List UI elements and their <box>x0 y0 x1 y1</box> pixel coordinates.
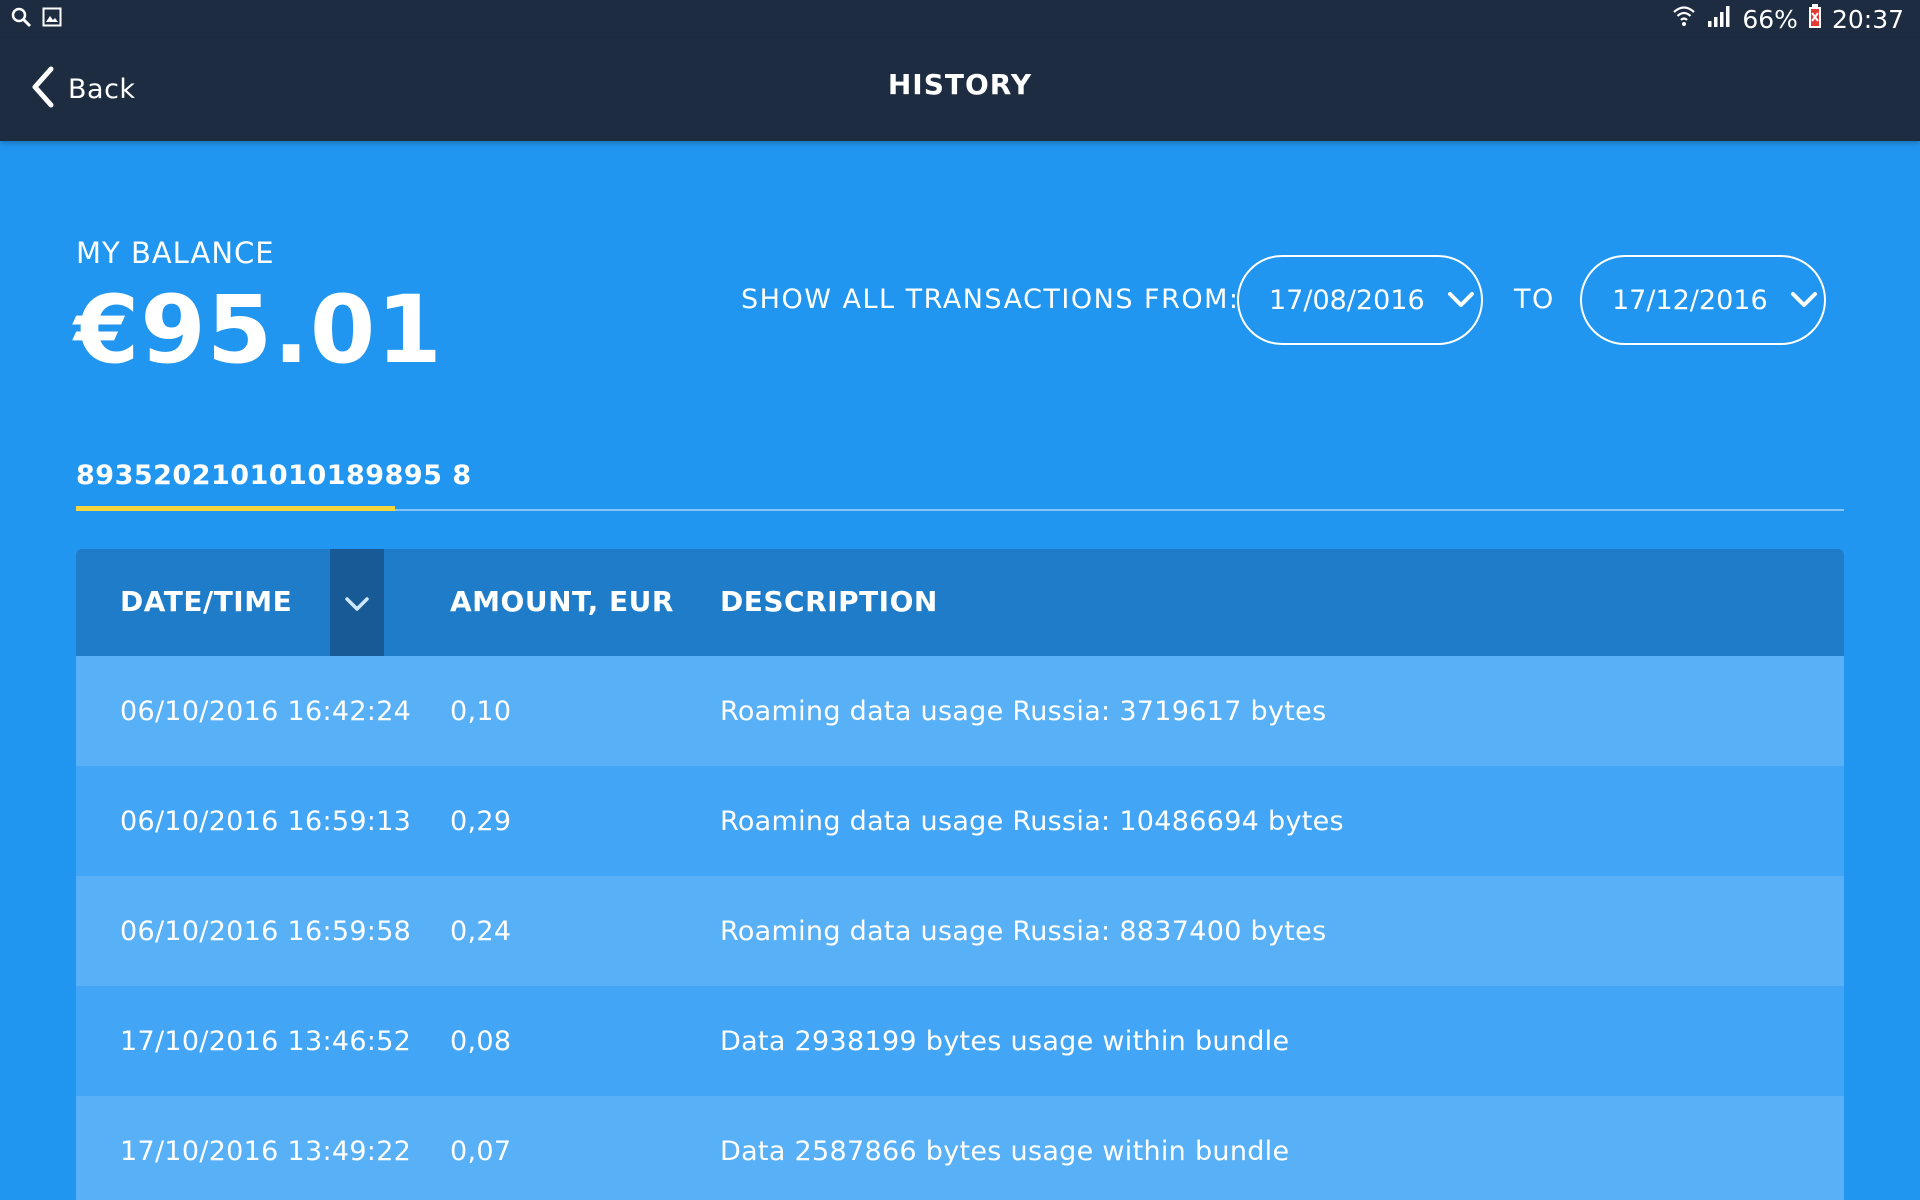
table-row[interactable]: 06/10/2016 16:59:58 0,24 Roaming data us… <box>76 876 1844 986</box>
app-header: Back HISTORY <box>0 38 1920 141</box>
battery-icon <box>1808 3 1822 35</box>
transactions-table: DATE/TIME AMOUNT, EUR DESCRIPTION 06/10/… <box>76 549 1844 1200</box>
status-right: 66% 20:37 <box>1672 2 1904 36</box>
status-time: 20:37 <box>1831 4 1904 34</box>
column-header-amount: AMOUNT, EUR <box>450 585 674 618</box>
row-datetime: 17/10/2016 13:46:52 <box>120 1026 412 1057</box>
tab-account-number[interactable]: 8935202101010189895 8 <box>76 460 472 512</box>
row-description: Roaming data usage Russia: 10486694 byte… <box>720 806 1344 837</box>
row-amount: 0,29 <box>450 806 512 837</box>
row-description: Roaming data usage Russia: 3719617 bytes <box>720 696 1327 727</box>
row-datetime: 06/10/2016 16:59:13 <box>120 806 412 837</box>
row-datetime: 06/10/2016 16:59:58 <box>120 916 412 947</box>
row-amount: 0,24 <box>450 916 512 947</box>
status-left <box>10 6 62 32</box>
table-row[interactable]: 17/10/2016 13:49:22 0,07 Data 2587866 by… <box>76 1096 1844 1200</box>
table-row[interactable]: 06/10/2016 16:42:24 0,10 Roaming data us… <box>76 656 1844 766</box>
wifi-icon <box>1672 3 1696 35</box>
row-description: Data 2938199 bytes usage within bundle <box>720 1026 1290 1057</box>
table-row[interactable]: 06/10/2016 16:59:13 0,29 Roaming data us… <box>76 766 1844 876</box>
column-header-datetime[interactable]: DATE/TIME <box>120 585 292 618</box>
chevron-down-icon <box>1447 285 1475 316</box>
table-row[interactable]: 17/10/2016 13:46:52 0,08 Data 2938199 by… <box>76 986 1844 1096</box>
page-title: HISTORY <box>887 68 1033 101</box>
transactions-filter-label: SHOW ALL TRANSACTIONS FROM: <box>741 284 1240 315</box>
tab-active-indicator <box>76 506 395 511</box>
chevron-down-icon <box>1790 285 1818 316</box>
column-header-description: DESCRIPTION <box>720 585 938 618</box>
image-icon <box>42 7 62 31</box>
from-date-value: 17/08/2016 <box>1269 284 1425 316</box>
from-date-dropdown[interactable]: 17/08/2016 <box>1237 255 1483 345</box>
table-header: DATE/TIME AMOUNT, EUR DESCRIPTION <box>76 549 1844 656</box>
sort-datetime-button[interactable] <box>330 549 384 656</box>
to-date-value: 17/12/2016 <box>1612 284 1768 316</box>
search-icon <box>10 6 32 32</box>
to-date-dropdown[interactable]: 17/12/2016 <box>1580 255 1826 345</box>
status-bar: 66% 20:37 <box>0 0 1920 38</box>
row-description: Data 2587866 bytes usage within bundle <box>720 1136 1290 1167</box>
to-label: TO <box>1514 284 1555 315</box>
chevron-down-icon <box>344 586 370 619</box>
row-description: Roaming data usage Russia: 8837400 bytes <box>720 916 1327 947</box>
row-datetime: 17/10/2016 13:49:22 <box>120 1136 412 1167</box>
row-amount: 0,10 <box>450 696 512 727</box>
balance-label: MY BALANCE <box>76 236 275 270</box>
signal-icon <box>1706 3 1732 35</box>
row-amount: 0,08 <box>450 1026 512 1057</box>
row-datetime: 06/10/2016 16:42:24 <box>120 696 412 727</box>
balance-value: €95.01 <box>74 276 443 385</box>
battery-percent: 66% <box>1742 4 1798 34</box>
row-amount: 0,07 <box>450 1136 512 1167</box>
